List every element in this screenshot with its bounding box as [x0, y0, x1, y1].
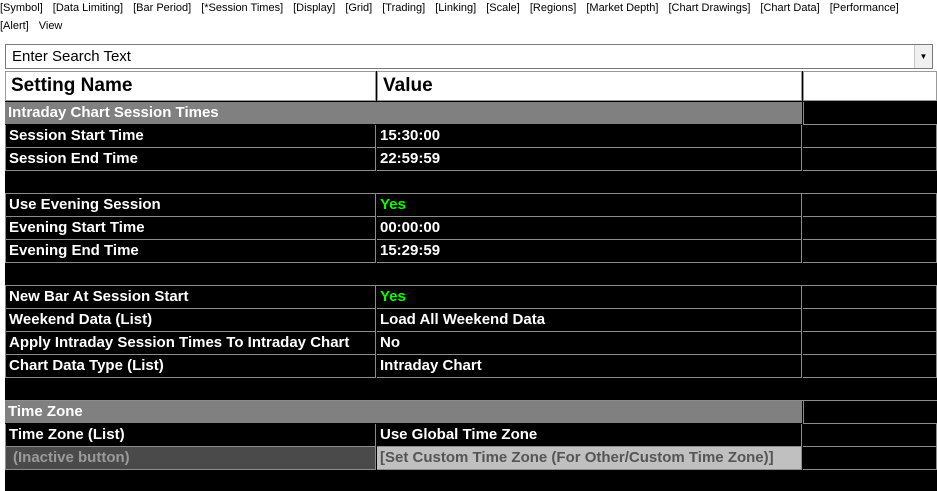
settings-tab-line-1: [Symbol] [Data Limiting] [Bar Period] [*Ses…	[0, 2, 909, 14]
setting-value[interactable]: 15:29:59	[377, 240, 802, 263]
setting-name: Weekend Data (List)	[5, 309, 376, 332]
table-row-session-start[interactable]: Session Start Time 15:30:00	[5, 125, 937, 148]
setting-value[interactable]: Load All Weekend Data	[377, 309, 802, 332]
tab-trading[interactable]: [Trading]	[382, 2, 425, 14]
tab-scale[interactable]: [Scale]	[486, 2, 520, 14]
tab-view[interactable]: View	[39, 20, 63, 32]
section-title: Intraday Chart Session Times	[5, 102, 802, 124]
tab-session-times[interactable]: [*Session Times]	[201, 2, 283, 14]
tab-display[interactable]: [Display]	[293, 2, 335, 14]
inactive-button[interactable]: (Inactive button)	[5, 447, 376, 470]
setting-value[interactable]: Use Global Time Zone	[377, 424, 802, 447]
setting-value[interactable]: No	[377, 332, 802, 355]
setting-value[interactable]: 00:00:00	[377, 217, 802, 240]
settings-tab-line-2: [Alert] View	[0, 20, 72, 32]
blank-row	[5, 378, 937, 401]
tab-data-limiting[interactable]: [Data Limiting]	[53, 2, 123, 14]
tab-chart-drawings[interactable]: [Chart Drawings]	[668, 2, 750, 14]
setting-name: Evening End Time	[5, 240, 376, 263]
setting-value[interactable]: Intraday Chart	[377, 355, 802, 378]
setting-value[interactable]: Yes	[377, 286, 802, 309]
section-spacer	[803, 102, 937, 125]
table-row-inactive-button[interactable]: (Inactive button) [Set Custom Time Zone …	[5, 447, 937, 470]
tab-alert[interactable]: [Alert]	[0, 20, 29, 32]
chevron-down-icon[interactable]: ▼	[914, 45, 932, 68]
set-custom-time-zone-button[interactable]: [Set Custom Time Zone (For Other/Custom …	[377, 447, 802, 470]
setting-name: Session Start Time	[5, 125, 376, 148]
search-box[interactable]: ▼	[5, 44, 933, 69]
setting-value[interactable]: 15:30:00	[377, 125, 802, 148]
setting-name: New Bar At Session Start	[5, 286, 376, 309]
setting-name: Session End Time	[5, 148, 376, 171]
tab-performance[interactable]: [Performance]	[830, 2, 899, 14]
column-header-blank	[803, 71, 937, 101]
setting-name: Chart Data Type (List)	[5, 355, 376, 378]
setting-value[interactable]: 22:59:59	[377, 148, 802, 171]
section-title: Time Zone	[5, 401, 802, 423]
section-spacer	[803, 401, 937, 424]
grid-header-row: Setting Name Value	[5, 71, 937, 101]
column-header-value: Value	[377, 71, 802, 101]
settings-grid: Setting Name Value Intraday Chart Sessio…	[5, 71, 937, 491]
setting-value[interactable]: Yes	[377, 194, 802, 217]
tab-regions[interactable]: [Regions]	[530, 2, 576, 14]
setting-name: Evening Start Time	[5, 217, 376, 240]
table-row-chart-data-type[interactable]: Chart Data Type (List) Intraday Chart	[5, 355, 937, 378]
tab-symbol[interactable]: [Symbol]	[0, 2, 43, 14]
setting-name: Time Zone (List)	[5, 424, 376, 447]
table-row-session-end[interactable]: Session End Time 22:59:59	[5, 148, 937, 171]
section-time-zone: Time Zone	[5, 401, 937, 424]
table-row-use-evening-session[interactable]: Use Evening Session Yes	[5, 194, 937, 217]
setting-name: Apply Intraday Session Times To Intraday…	[5, 332, 376, 355]
blank-row	[5, 263, 937, 286]
table-row-evening-start[interactable]: Evening Start Time 00:00:00	[5, 217, 937, 240]
column-header-setting-name: Setting Name	[5, 71, 376, 101]
tab-bar-period[interactable]: [Bar Period]	[133, 2, 191, 14]
tab-grid[interactable]: [Grid]	[345, 2, 372, 14]
table-row-new-bar[interactable]: New Bar At Session Start Yes	[5, 286, 937, 309]
table-row-time-zone[interactable]: Time Zone (List) Use Global Time Zone	[5, 424, 937, 447]
table-row-evening-end[interactable]: Evening End Time 15:29:59	[5, 240, 937, 263]
settings-tab-bar: [Symbol] [Data Limiting] [Bar Period] [*Ses…	[0, 0, 937, 38]
search-input[interactable]	[6, 45, 914, 68]
tab-chart-data[interactable]: [Chart Data]	[760, 2, 819, 14]
blank-row	[5, 171, 937, 194]
table-row-apply-intraday[interactable]: Apply Intraday Session Times To Intraday…	[5, 332, 937, 355]
section-intraday-session-times: Intraday Chart Session Times	[5, 102, 937, 125]
tab-market-depth[interactable]: [Market Depth]	[586, 2, 658, 14]
table-row-weekend-data[interactable]: Weekend Data (List) Load All Weekend Dat…	[5, 309, 937, 332]
setting-name: Use Evening Session	[5, 194, 376, 217]
tab-linking[interactable]: [Linking]	[435, 2, 476, 14]
